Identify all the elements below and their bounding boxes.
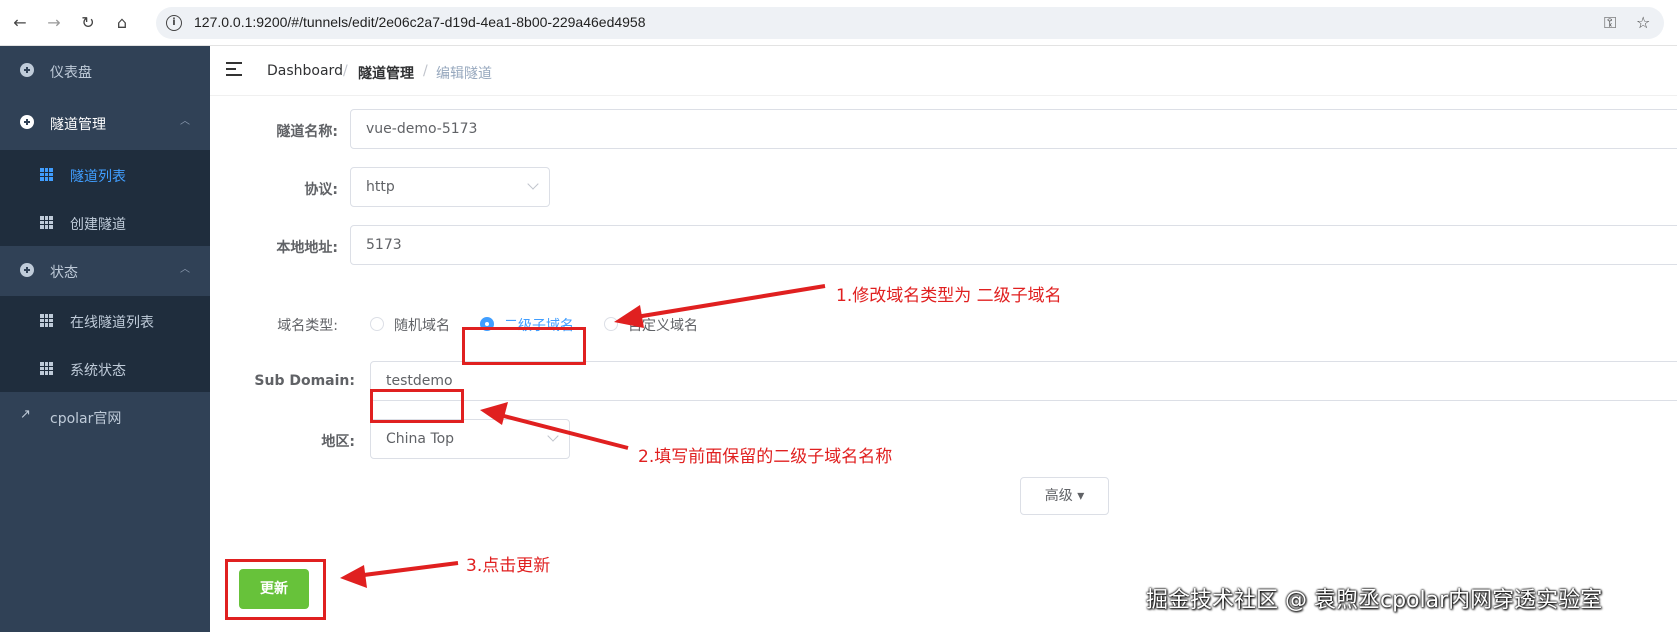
annotation-step-3: 3.点击更新 [466, 556, 551, 576]
annotation-step-2: 2.填写前面保留的二级子域名名称 [638, 447, 893, 467]
annotation-step-1: 1.修改域名类型为 二级子域名 [836, 286, 1062, 306]
watermark: 掘金技术社区 @ 袁煦丞cpolar内网穿透实验室 [1146, 588, 1603, 613]
annotation-arrows [340, 284, 826, 588]
